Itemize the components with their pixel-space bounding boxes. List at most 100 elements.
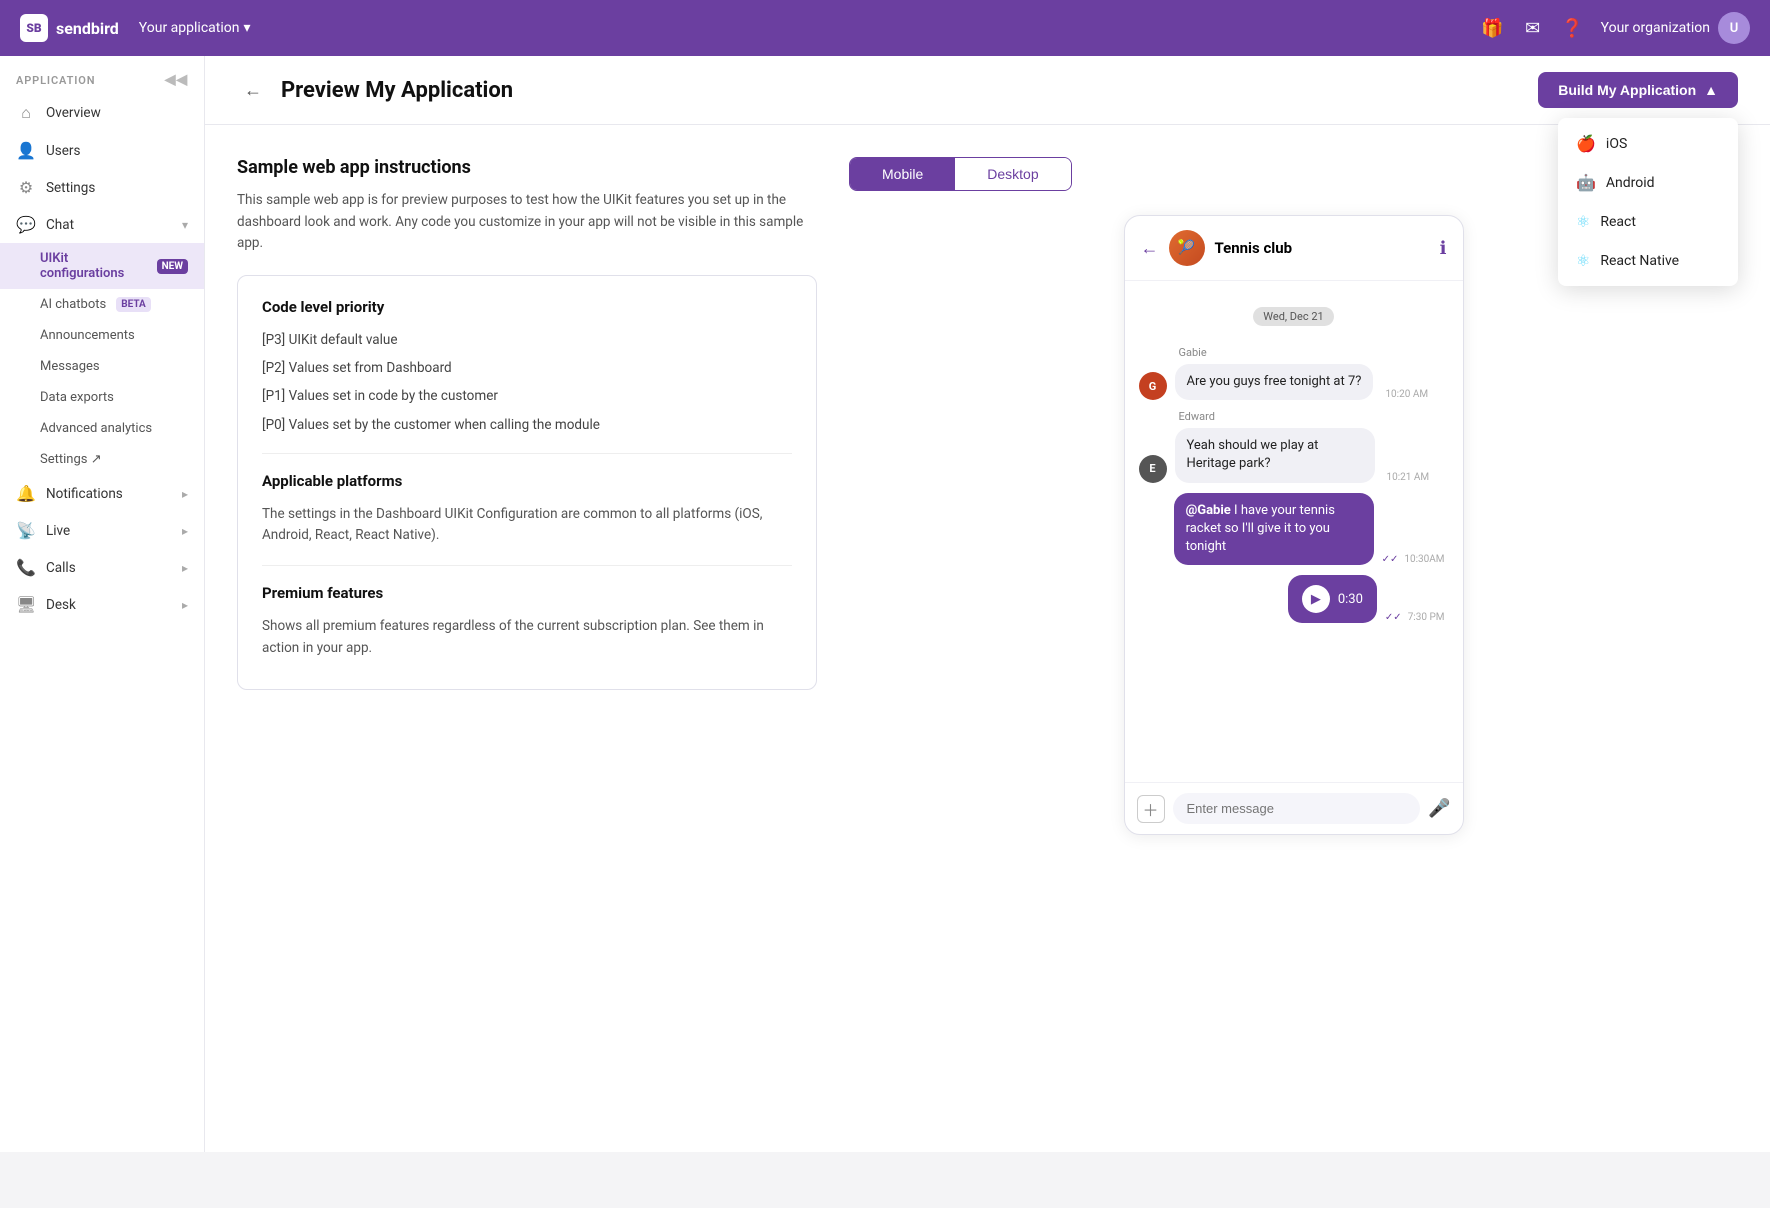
dropdown-item-react[interactable]: ⚛ React (1558, 202, 1738, 241)
chat-add-button[interactable]: ＋ (1137, 795, 1165, 823)
app-selector-chevron: ▾ (243, 20, 250, 36)
sidebar-section-application: APPLICATION ◀◀ (0, 56, 204, 94)
user-avatar: U (1718, 12, 1750, 44)
msg-checks-audio: ✓✓ (1385, 612, 1402, 623)
msg-row-gabie: G Are you guys free tonight at 7? 10:20 … (1139, 364, 1449, 400)
chat-title: Tennis club (1215, 239, 1430, 257)
platform-btn-desktop[interactable]: Desktop (955, 158, 1070, 190)
sidebar-item-label: Notifications (46, 486, 123, 502)
dropdown-item-ios[interactable]: 🍎 iOS (1558, 124, 1738, 163)
sidebar-item-label: Desk (46, 597, 76, 613)
message-group-edward: Edward E Yeah should we play at Heritage… (1139, 410, 1449, 482)
sidebar-sub-ai-chatbots[interactable]: AI chatbots BETA (0, 289, 204, 320)
sidebar-sub-label: Data exports (40, 390, 114, 405)
new-badge: NEW (157, 259, 188, 274)
mention: @Gabie (1186, 503, 1231, 518)
info-card-title: Code level priority (262, 298, 792, 316)
msg-avatar-edward: E (1139, 455, 1167, 483)
sidebar-item-live[interactable]: 📡 Live ▸ (0, 512, 204, 549)
sidebar-sub-messages[interactable]: Messages (0, 351, 204, 382)
build-button-label: Build My Application (1558, 82, 1696, 98)
org-selector[interactable]: Your organization U (1601, 12, 1750, 44)
play-button[interactable]: ▶ (1302, 585, 1330, 613)
sidebar-item-label: Chat (46, 217, 74, 233)
sidebar-sub-label: Messages (40, 359, 100, 374)
priority-p1: [P1] Values set in code by the customer (262, 386, 792, 406)
help-icon[interactable]: ❓ (1561, 16, 1585, 40)
info-card-premium-text: Shows all premium features regardless of… (262, 616, 792, 659)
sidebar-sub-announcements[interactable]: Announcements (0, 320, 204, 351)
chat-messages: Wed, Dec 21 Gabie G Are you guys free to… (1125, 281, 1463, 782)
logo[interactable]: SB sendbird (20, 14, 119, 42)
sidebar-item-label: Overview (46, 105, 101, 121)
mail-icon[interactable]: ✉ (1521, 16, 1545, 40)
msg-time-audio: 7:30 PM (1408, 612, 1445, 623)
build-button[interactable]: Build My Application ▲ (1538, 72, 1738, 108)
info-card-platforms-text: The settings in the Dashboard UIKit Conf… (262, 504, 792, 547)
logo-text: sendbird (56, 19, 119, 38)
sidebar-item-label: Calls (46, 560, 76, 576)
chat-avatar: 🎾 (1169, 230, 1205, 266)
info-card-title-platforms: Applicable platforms (262, 472, 792, 490)
info-card-title-premium: Premium features (262, 584, 792, 602)
calls-icon: 📞 (16, 558, 36, 577)
dropdown-label-ios: iOS (1606, 136, 1627, 152)
content-area: Sample web app instructions This sample … (205, 125, 1770, 867)
date-divider: Wed, Dec 21 (1139, 307, 1449, 326)
info-panel-title: Sample web app instructions (237, 157, 817, 178)
app-selector[interactable]: Your application ▾ (139, 20, 251, 36)
sidebar-item-overview[interactable]: ⌂ Overview (0, 94, 204, 132)
msg-checks-1: ✓✓ (1382, 554, 1399, 565)
dropdown-item-react-native[interactable]: ⚛ React Native (1558, 241, 1738, 280)
chat-icon: 💬 (16, 215, 36, 234)
sidebar-sub-uikit-configurations[interactable]: UIKit configurations NEW (0, 243, 204, 289)
sidebar-item-label: Users (46, 143, 80, 159)
msg-time-edward: 10:21 AM (1387, 472, 1430, 483)
react-native-icon: ⚛ (1576, 251, 1590, 270)
dropdown-label-android: Android (1606, 175, 1655, 191)
sidebar-item-chat[interactable]: 💬 Chat ▾ (0, 206, 204, 243)
chat-header: ← 🎾 Tennis club ℹ (1125, 216, 1463, 281)
chat-back-button[interactable]: ← (1141, 238, 1159, 259)
layout: APPLICATION ◀◀ ⌂ Overview 👤 Users ⚙ Sett… (0, 56, 1770, 1152)
sidebar-item-desk[interactable]: 🖥 Desk ▸ (0, 586, 204, 623)
chat-preview: ← 🎾 Tennis club ℹ Wed, Dec 21 Gabie (1124, 215, 1464, 835)
msg-bubble-sent-1: @Gabie I have your tennis racket so I'll… (1174, 493, 1374, 566)
sidebar-sub-chat-settings[interactable]: Settings ↗ (0, 444, 204, 475)
dropdown-label-react: React (1600, 214, 1636, 230)
page-title: Preview My Application (281, 78, 513, 103)
priority-p0: [P0] Values set by the customer when cal… (262, 415, 792, 435)
sidebar-sub-data-exports[interactable]: Data exports (0, 382, 204, 413)
sidebar-collapse-btn[interactable]: ◀◀ (165, 72, 188, 88)
priority-p2: [P2] Values set from Dashboard (262, 358, 792, 378)
dropdown-item-android[interactable]: 🤖 Android (1558, 163, 1738, 202)
header-icons: 🎁 ✉ ❓ Your organization U (1481, 12, 1750, 44)
platform-btn-mobile[interactable]: Mobile (850, 158, 955, 190)
topbar-left: ← Preview My Application (237, 74, 513, 106)
build-dropdown: 🍎 iOS 🤖 Android ⚛ React ⚛ React Native (1558, 118, 1738, 286)
sidebar-item-settings-main[interactable]: ⚙ Settings (0, 169, 204, 206)
back-button[interactable]: ← (237, 74, 269, 106)
android-icon: 🤖 (1576, 173, 1596, 192)
sidebar-item-notifications[interactable]: 🔔 Notifications ▸ (0, 475, 204, 512)
sidebar-sub-advanced-analytics[interactable]: Advanced analytics (0, 413, 204, 444)
chat-info-icon[interactable]: ℹ (1440, 238, 1447, 259)
date-pill: Wed, Dec 21 (1253, 307, 1333, 326)
chat-input-area: ＋ 🎤 (1125, 782, 1463, 834)
dropdown-label-react-native: React Native (1600, 253, 1679, 269)
chat-message-input[interactable] (1173, 793, 1421, 824)
audio-bubble: ▶ 0:30 (1288, 575, 1377, 623)
build-button-chevron: ▲ (1704, 82, 1718, 98)
notifications-icon: 🔔 (16, 484, 36, 503)
sidebar-sub-label: Announcements (40, 328, 135, 343)
gift-icon[interactable]: 🎁 (1481, 16, 1505, 40)
audio-duration: 0:30 (1338, 592, 1363, 607)
calls-chevron: ▸ (182, 561, 188, 575)
msg-time-sent-1: 10:30AM (1404, 554, 1444, 565)
microphone-icon[interactable]: 🎤 (1428, 798, 1450, 819)
sidebar-item-users[interactable]: 👤 Users (0, 132, 204, 169)
react-icon: ⚛ (1576, 212, 1590, 231)
chat-chevron: ▾ (182, 218, 188, 232)
msg-time-gabie: 10:20 AM (1385, 389, 1428, 400)
sidebar-item-calls[interactable]: 📞 Calls ▸ (0, 549, 204, 586)
